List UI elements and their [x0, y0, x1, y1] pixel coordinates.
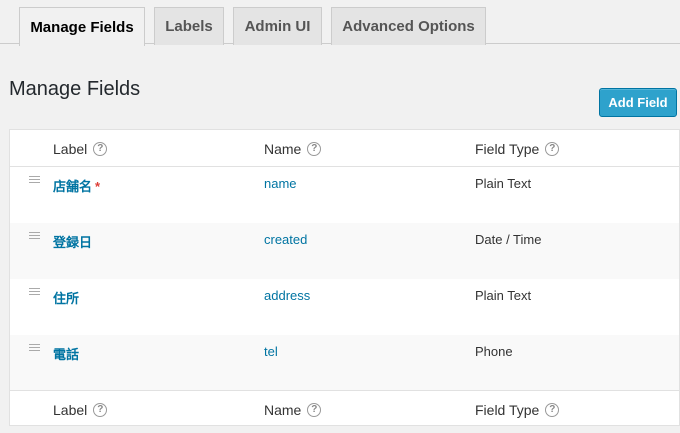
- field-type: Date / Time: [475, 232, 542, 247]
- table-row: 登録日 created Date / Time: [10, 223, 679, 279]
- field-label-link[interactable]: 登録日: [53, 232, 92, 251]
- required-marker: *: [95, 179, 101, 194]
- drag-handle-icon[interactable]: [29, 232, 40, 239]
- column-label-text: Label: [53, 402, 88, 418]
- column-footer-label: Label ?: [53, 402, 108, 418]
- table-row: 住所 address Plain Text: [10, 279, 679, 335]
- help-icon[interactable]: ?: [307, 142, 322, 156]
- help-icon[interactable]: ?: [93, 142, 108, 156]
- table-row: 電話 tel Phone: [10, 335, 679, 391]
- add-field-button[interactable]: Add Field: [599, 88, 677, 117]
- fields-table: Label ? Name ? Field Type ? 店舗名 * name Pl…: [9, 129, 680, 426]
- drag-handle-icon[interactable]: [29, 176, 40, 183]
- field-label-link[interactable]: 店舗名 *: [53, 176, 100, 195]
- field-label-link[interactable]: 電話: [53, 344, 79, 363]
- field-type: Plain Text: [475, 288, 532, 303]
- table-row: 店舗名 * name Plain Text: [10, 167, 679, 223]
- column-header-name: Name ?: [264, 141, 322, 157]
- tab-admin-ui[interactable]: Admin UI: [233, 7, 322, 45]
- tab-manage-fields[interactable]: Manage Fields: [19, 7, 145, 46]
- column-label-text: Label: [53, 141, 88, 157]
- drag-handle-icon[interactable]: [29, 344, 40, 351]
- column-type-text: Field Type: [475, 141, 540, 157]
- column-header-label: Label ?: [53, 141, 108, 157]
- page-title: Manage Fields: [9, 78, 141, 100]
- drag-handle-icon[interactable]: [29, 288, 40, 295]
- column-name-text: Name: [264, 402, 302, 418]
- help-icon[interactable]: ?: [307, 403, 322, 417]
- column-type-text: Field Type: [475, 402, 540, 418]
- field-type: Plain Text: [475, 176, 532, 191]
- field-type: Phone: [475, 344, 513, 359]
- help-icon[interactable]: ?: [93, 403, 108, 417]
- column-footer-name: Name ?: [264, 402, 322, 418]
- column-name-text: Name: [264, 141, 302, 157]
- tab-bar: Manage Fields Labels Admin UI Advanced O…: [0, 0, 680, 46]
- column-footer-type: Field Type ?: [475, 402, 560, 418]
- field-label-link[interactable]: 住所: [53, 288, 79, 307]
- table-header: Label ? Name ? Field Type ?: [10, 130, 679, 167]
- field-name: tel: [264, 344, 278, 359]
- field-name: address: [264, 288, 311, 303]
- column-header-type: Field Type ?: [475, 141, 560, 157]
- field-name: created: [264, 232, 308, 247]
- field-name: name: [264, 176, 297, 191]
- help-icon[interactable]: ?: [545, 142, 560, 156]
- help-icon[interactable]: ?: [545, 403, 560, 417]
- tab-advanced-options[interactable]: Advanced Options: [331, 7, 486, 45]
- table-footer: Label ? Name ? Field Type ?: [10, 390, 679, 427]
- tab-labels[interactable]: Labels: [154, 7, 224, 45]
